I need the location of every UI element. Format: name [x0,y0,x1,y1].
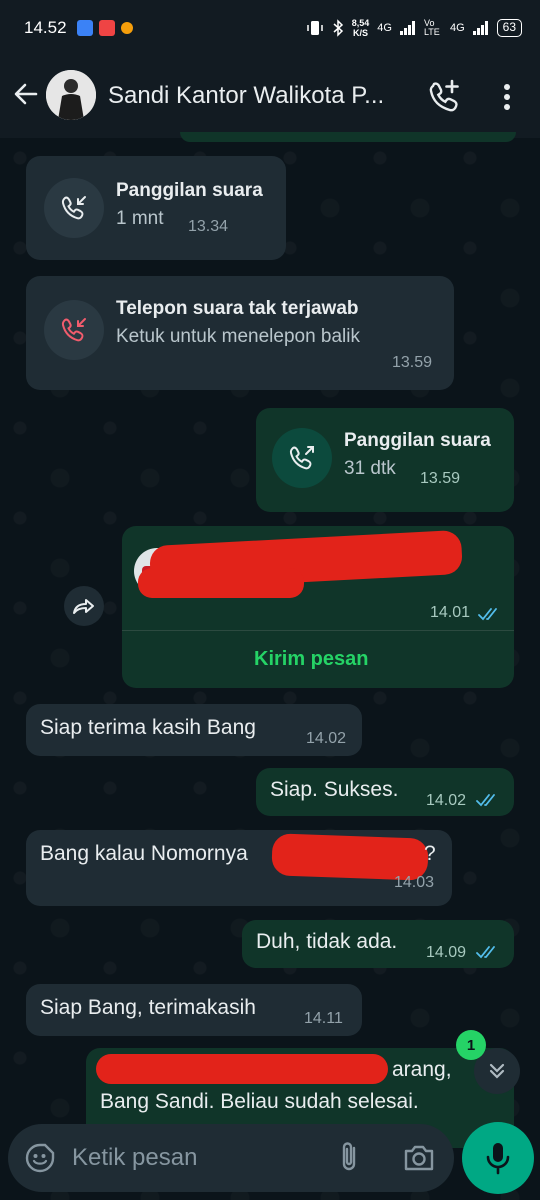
call-duration: 31 dtk [344,458,396,479]
speed-unit: K/S [352,28,368,38]
message-time: 13.59 [420,470,461,487]
contact-avatar[interactable] [46,70,96,120]
outgoing-call-icon [289,446,314,470]
call-log-voice-outgoing[interactable]: Panggilan suara 31 dtk 13.59 [256,408,514,512]
message-notification-icon [76,20,93,36]
message-text: Bang kalau Nomornya [40,842,248,865]
previous-message-edge [180,132,516,142]
message-time: 14.02 [306,730,347,747]
message-time: 14.11 [304,1010,343,1027]
call-log-missed[interactable]: Telepon suara tak terjawab Ketuk untuk m… [26,276,454,390]
message-text: arang, [392,1058,452,1081]
emoji-icon[interactable] [24,1142,56,1174]
redacted-text [96,1054,388,1084]
message-time: 14.09 [426,944,467,961]
microphone-icon [486,1143,510,1175]
read-ticks-icon [476,946,495,959]
call-duration: 1 mnt [116,208,164,229]
message-text-end: ? [424,842,436,865]
message-outgoing-2[interactable]: Duh, tidak ada. 14.09 [242,920,514,968]
call-icon-circle [44,300,104,360]
read-ticks-icon [476,794,495,807]
add-call-icon[interactable] [426,78,462,114]
status-right: 8,54 K/S 4G Vo LTE 4G 63 [306,0,522,56]
message-text: Siap. Sukses. [270,778,399,801]
incoming-call-icon [61,196,86,220]
voice-message-button[interactable] [462,1122,534,1194]
speed-value: 8,54 [351,18,370,28]
message-time: 14.03 [394,874,435,891]
chat-area[interactable]: Panggilan suara 1 mnt 13.34 Telepon suar… [0,132,540,1200]
message-composer[interactable]: Ketik pesan [8,1124,454,1192]
message-text: Siap terima kasih Bang [40,716,256,739]
message-incoming-3[interactable]: Siap Bang, terimakasih 14.11 [26,984,362,1036]
bluetooth-icon [333,19,343,37]
avatar-person-icon [46,70,96,120]
message-text: Siap Bang, terimakasih [40,996,256,1019]
message-input[interactable]: Ketik pesan [72,1144,197,1172]
attach-icon[interactable] [334,1140,364,1174]
message-outgoing-1[interactable]: Siap. Sukses. 14.02 [256,768,514,816]
call-icon-circle [272,428,332,488]
message-text: Duh, tidak ada. [256,930,398,953]
battery-indicator: 63 [496,19,522,37]
call-title: Telepon suara tak terjawab [116,298,359,319]
double-chevron-down-icon [489,1063,505,1079]
contact-name[interactable]: Sandi Kantor Walikota P... [108,82,384,110]
call-title: Panggilan suara [344,430,491,451]
signal-icon-2 [472,21,488,35]
app-notification-icon [98,20,115,36]
forward-icon [73,599,94,614]
misc-notification-icon [120,22,133,34]
call-title: Panggilan suara [116,180,263,201]
call-callback-hint: Ketuk untuk menelepon balik [116,326,360,347]
call-log-voice-1[interactable]: Panggilan suara 1 mnt 13.34 [26,156,286,260]
message-time: 14.01 [430,604,471,621]
read-ticks-icon [478,608,497,621]
message-time: 13.59 [392,354,433,371]
message-incoming-1[interactable]: Siap terima kasih Bang 14.02 [26,704,362,756]
missed-call-icon [61,318,86,342]
redacted-contact-name-2 [138,568,304,598]
send-message-button[interactable]: Kirim pesan [254,648,368,671]
back-arrow-icon[interactable] [12,80,40,108]
unread-count-badge: 1 [456,1030,486,1060]
status-bar: 14.52 8,54 K/S 4G Vo LTE 4G 63 [0,0,540,56]
network-4g-label: 4G [377,22,392,34]
chat-header: Sandi Kantor Walikota P... [0,56,540,138]
overflow-menu-icon[interactable] [496,80,518,114]
message-incoming-2[interactable]: Bang kalau Nomornya ? 14.03 [26,830,452,906]
message-time: 13.34 [188,218,229,235]
forward-button[interactable] [64,586,104,626]
network-speed: 8,54 K/S [352,18,370,38]
camera-icon[interactable] [402,1142,436,1174]
signal-icon [399,21,415,35]
network-4g-label-2: 4G [449,22,465,34]
message-text-line2: Bang Sandi. Beliau sudah selesai. [100,1090,419,1113]
card-divider [122,630,514,631]
message-time: 14.02 [426,792,467,809]
contact-card-message[interactable]: 14.01 Kirim pesan [122,526,514,688]
call-icon-circle [44,178,104,238]
status-time: 14.52 [24,18,67,37]
vibrate-icon [306,21,323,35]
volte-label: Vo LTE [423,18,440,37]
